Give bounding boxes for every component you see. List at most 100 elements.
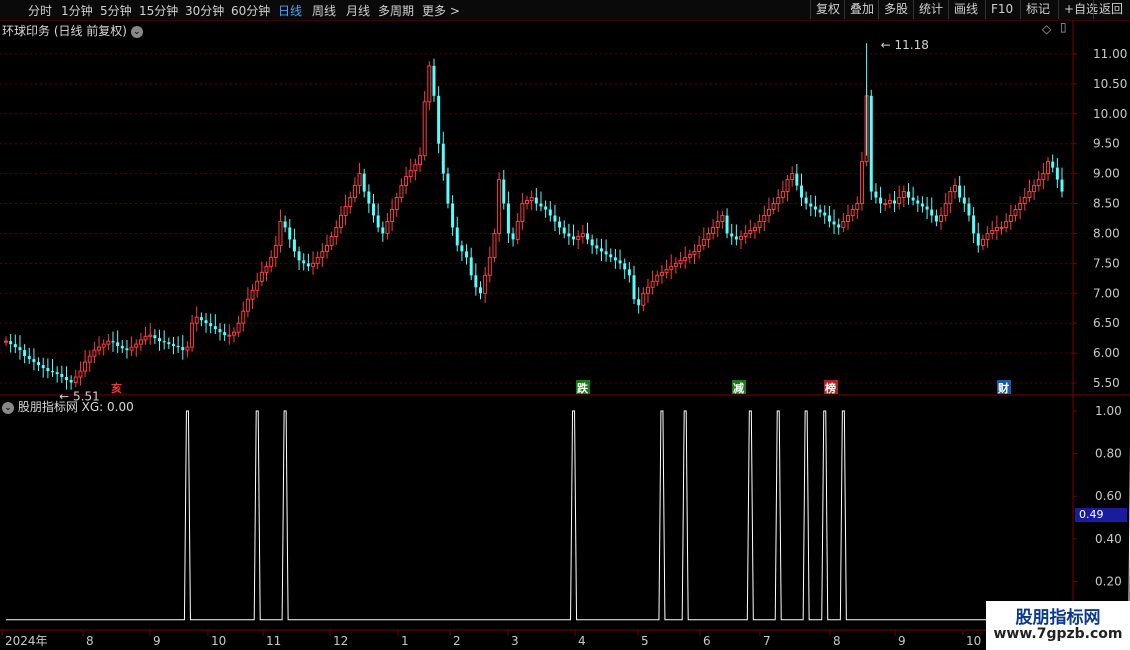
candle-body [901,191,906,199]
candle-body [544,206,548,210]
candle-body [920,203,924,207]
x-tick-label: 2 [453,634,461,648]
candle-body [585,233,589,240]
toolbar-button-8[interactable]: 返回 [1093,0,1128,19]
event-marker: 榜 [825,381,836,395]
timeframe-tab-1[interactable]: 1分钟 [61,2,93,19]
candle-body [832,221,836,225]
dropdown-icon[interactable]: ⌄ [130,25,143,38]
candle-body [687,253,692,258]
watermark: 股朋指标网 www.7gpzb.com [986,601,1130,650]
candle-body [1018,203,1023,211]
candle-body [645,286,650,294]
candle-body [637,299,641,306]
candle-body [134,343,139,348]
candle-body [567,233,571,237]
toolbar-button-2[interactable]: 多股 [878,0,913,19]
candle-body [451,203,455,228]
candle-body [223,332,227,336]
candle-body [818,209,822,213]
candle-body [618,260,622,264]
timeframe-tab-0[interactable]: 分时 [28,2,52,19]
timeframe-tab-7[interactable]: 周线 [312,2,336,19]
candle-body [78,370,83,378]
price-tick-label: 6.50 [1093,316,1120,330]
toolbar-button-4[interactable]: 画线 [948,0,983,19]
toolbar-button-0[interactable]: 复权 [810,0,845,19]
candle-body [427,65,432,103]
toolbar-button-3[interactable]: 统计 [913,0,948,19]
candle-body [934,215,938,222]
candle-body [534,197,538,204]
candle-body [297,251,301,261]
candle-body [757,220,762,228]
timeframe-tab-4[interactable]: 30分钟 [185,2,224,19]
timeframe-tab-10[interactable]: 更多 > [422,2,460,19]
candle-body [41,365,45,369]
x-tick-label: 6 [703,634,711,648]
price-tick-label: 8.50 [1093,197,1120,211]
candle-body [422,101,427,157]
candle-body [511,233,515,240]
candle-body [515,220,520,240]
candle-body [990,229,995,234]
indicator-tick-label: 1.00 [1095,404,1122,418]
candle-body [329,235,334,246]
candle-body [1004,220,1009,228]
candle-body [627,269,631,276]
price-tick-label: 5.50 [1093,376,1120,390]
timeframe-tab-3[interactable]: 15分钟 [139,2,178,19]
candle-body [306,263,310,267]
x-tick-label: 11 [266,634,281,648]
candle-body [953,185,958,193]
toolbar-button-5[interactable]: F10 [985,0,1018,19]
candle-body [97,346,102,351]
x-tick-label: 9 [153,634,161,648]
candle-body [302,260,306,264]
candle-body [939,214,944,222]
candle-body [60,374,64,378]
candle-body [37,362,41,366]
candle-body [143,335,148,341]
price-tick-label: 10.50 [1093,77,1127,91]
candle-body [595,245,599,249]
timeframe-tab-6[interactable]: 日线 [278,2,302,19]
candle-body [171,344,175,346]
toolbar-button-1[interactable]: 叠加 [844,0,879,19]
panel-menu-icon[interactable]: ▯ [1060,20,1067,34]
x-tick-label: 10 [966,634,981,648]
candle-body [441,143,445,174]
candle-body [245,298,250,312]
candle-body [809,203,813,207]
candle-body [701,238,706,246]
candle-body [259,271,264,282]
candle-body [911,197,915,201]
candle-body [469,257,473,276]
candle-body [479,287,483,294]
timeframe-tab-5[interactable]: 60分钟 [231,2,270,19]
x-tick-label: 3 [511,634,519,648]
timeframe-tab-2[interactable]: 5分钟 [100,2,132,19]
candle-body [292,239,296,252]
candle-body [609,254,613,258]
candle-body [236,322,241,333]
timeframe-tab-8[interactable]: 月线 [346,2,370,19]
toolbar-button-6[interactable]: 标记 [1020,0,1055,19]
candle-body [906,191,910,198]
event-marker: 减 [733,381,744,395]
candle-body [87,355,92,363]
x-tick-label: 9 [898,634,906,648]
dropdown-icon[interactable]: ⌄ [2,401,14,414]
candle-body [553,215,557,222]
candle-body [669,265,674,270]
candle-body [278,220,283,246]
candle-body [930,209,934,216]
diamond-icon[interactable]: ◇ [1042,22,1051,36]
candle-body [9,341,13,345]
candle-body [390,209,395,222]
timeframe-tab-9[interactable]: 多周期 [378,2,414,19]
x-tick-label: 4 [578,634,586,648]
candle-body [925,206,929,210]
candle-body [655,274,660,282]
candle-body [855,203,860,211]
